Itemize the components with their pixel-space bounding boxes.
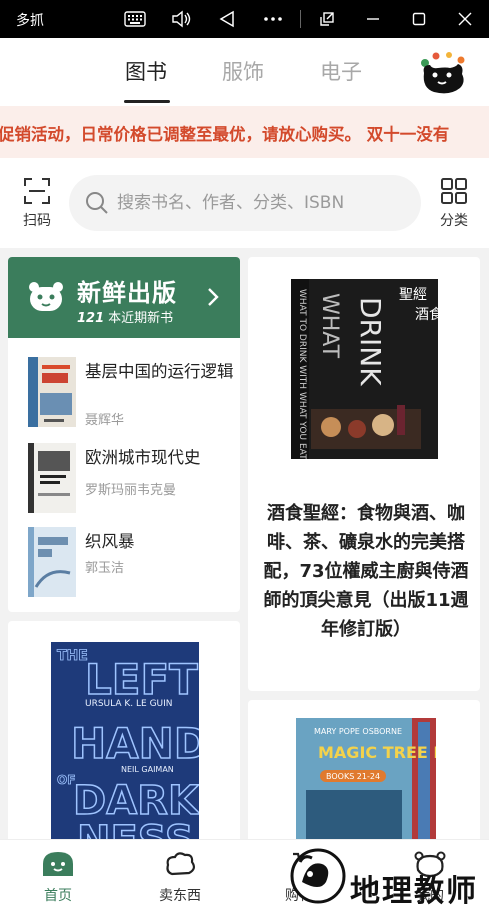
cover-what-text: WHAT [317,293,342,359]
grid-icon [441,178,467,204]
book-title: 基层中国的运行逻辑 [85,362,234,381]
sell-icon [166,852,196,876]
cover-books: BOOKS 21-24 [326,772,380,781]
tab-books[interactable]: 图书 [125,56,167,86]
book-card[interactable]: MARY POPE OSBORNE MAGIC TREE HOUSE BOOKS… [248,700,480,860]
new-book-count: 121 [77,311,105,326]
keyboard-icon[interactable] [124,8,146,30]
cover-line: LEFT [85,655,198,704]
minimize-icon[interactable] [362,8,384,30]
cover-line: HAND [71,719,199,768]
nav-home-label: 首页 [44,888,72,904]
new-arrivals-header[interactable]: 新鲜出版 121 本近期新书 [8,257,240,338]
watermark-text: 地理教师 [350,874,478,908]
tab-apparel[interactable]: 服饰 [222,56,264,86]
cover-spine-text: WHAT TO DRINK WITH WHAT YOU EAT [297,289,307,459]
more-icon[interactable] [262,8,284,30]
book-author: 罗斯玛丽韦克曼 [85,483,177,498]
search-row: 扫码 分类 [0,158,489,248]
promo-marquee: 促销活动，日常价格已调整至最优，请放心购买。 双十一没有 [0,106,489,158]
back-triangle-icon[interactable] [216,8,238,30]
book-author: 郭玉洁 [85,561,125,576]
close-icon[interactable] [454,8,476,30]
book-cover-image: MARY POPE OSBORNE MAGIC TREE HOUSE BOOKS… [296,718,436,858]
cover-drink-text: DRINK [354,297,387,386]
cover-brand: MARY POPE OSBORNE [314,727,402,736]
book-cover-image: THE LEFT HAND OF DARK NESS URSULA K. LE … [51,642,199,851]
book-title: 欧洲城市现代史 [85,448,201,467]
window-title: 多抓 [16,13,44,29]
cover-cn-title1: 聖經 [399,287,427,303]
new-book-count-suffix: 本近期新书 [108,311,174,326]
category-tabs-header: 图书 服饰 电子 [0,38,489,106]
list-item[interactable]: 织风暴 郭玉洁 [8,527,240,607]
search-icon [86,192,108,214]
list-item[interactable]: 基层中国的运行逻辑 聂辉华 [8,357,240,437]
promo-text: 促销活动，日常价格已调整至最优，请放心购买。 双十一没有 [0,125,450,144]
chevron-right-icon [208,288,219,306]
active-tab-indicator [124,100,170,103]
search-input[interactable] [117,189,412,217]
new-arrivals-count: 121 本近期新书 [77,307,173,326]
category-label: 分类 [440,213,468,229]
nav-sell-label: 卖东西 [159,888,201,904]
mascot-avatar-icon[interactable] [416,47,468,99]
featured-book-title: 酒食聖經：食物與酒、咖啡、茶、礦泉水的完美搭配，73位權威主廚與侍酒師的頂尖意見… [263,503,469,640]
volume-icon[interactable] [170,8,192,30]
cover-title: MAGIC TREE HOUSE [318,743,436,762]
category-button[interactable]: 分类 [432,178,476,230]
cover-line: THE [57,648,88,664]
cover-author: URSULA K. LE GUIN [85,699,173,709]
popout-icon[interactable] [316,8,338,30]
book-cover-image [28,527,76,597]
list-item[interactable]: 欧洲城市现代史 罗斯玛丽韦克曼 [8,443,240,523]
scan-icon [24,178,50,204]
scan-label: 扫码 [23,213,51,229]
bear-mascot-icon [29,282,63,311]
book-card[interactable]: THE LEFT HAND OF DARK NESS URSULA K. LE … [8,621,240,851]
book-author: 聂辉华 [85,413,125,428]
featured-book-card[interactable]: WHAT TO DRINK WITH WHAT YOU EAT WHAT DRI… [248,257,480,691]
search-box[interactable] [69,175,421,231]
home-bear-icon [43,852,73,876]
app-window: 多抓 图书 服饰 电子 促销活动，日常价格已调整至最优，请放心购买。 双十一没有… [0,0,489,908]
scan-button[interactable]: 扫码 [14,178,60,230]
cover-intro: NEIL GAIMAN [121,765,174,774]
nav-home[interactable]: 首页 [18,850,98,905]
book-title: 织风暴 [85,532,135,551]
titlebar-divider [300,10,301,28]
featured-book-cover-image: WHAT TO DRINK WITH WHAT YOU EAT WHAT DRI… [291,279,438,459]
book-cover-image [28,443,76,513]
new-arrivals-title: 新鲜出版 [77,279,177,307]
tab-electronics[interactable]: 电子 [320,56,362,86]
book-cover-image [28,357,76,427]
window-titlebar: 多抓 [0,0,489,38]
new-arrivals-card: 新鲜出版 121 本近期新书 基层中国的运行逻辑 聂辉华 欧洲城市现代史 罗斯玛丽… [8,257,240,612]
nav-sell[interactable]: 卖东西 [140,850,220,905]
cover-cn-title2: 酒食 [415,306,438,323]
maximize-icon[interactable] [408,8,430,30]
